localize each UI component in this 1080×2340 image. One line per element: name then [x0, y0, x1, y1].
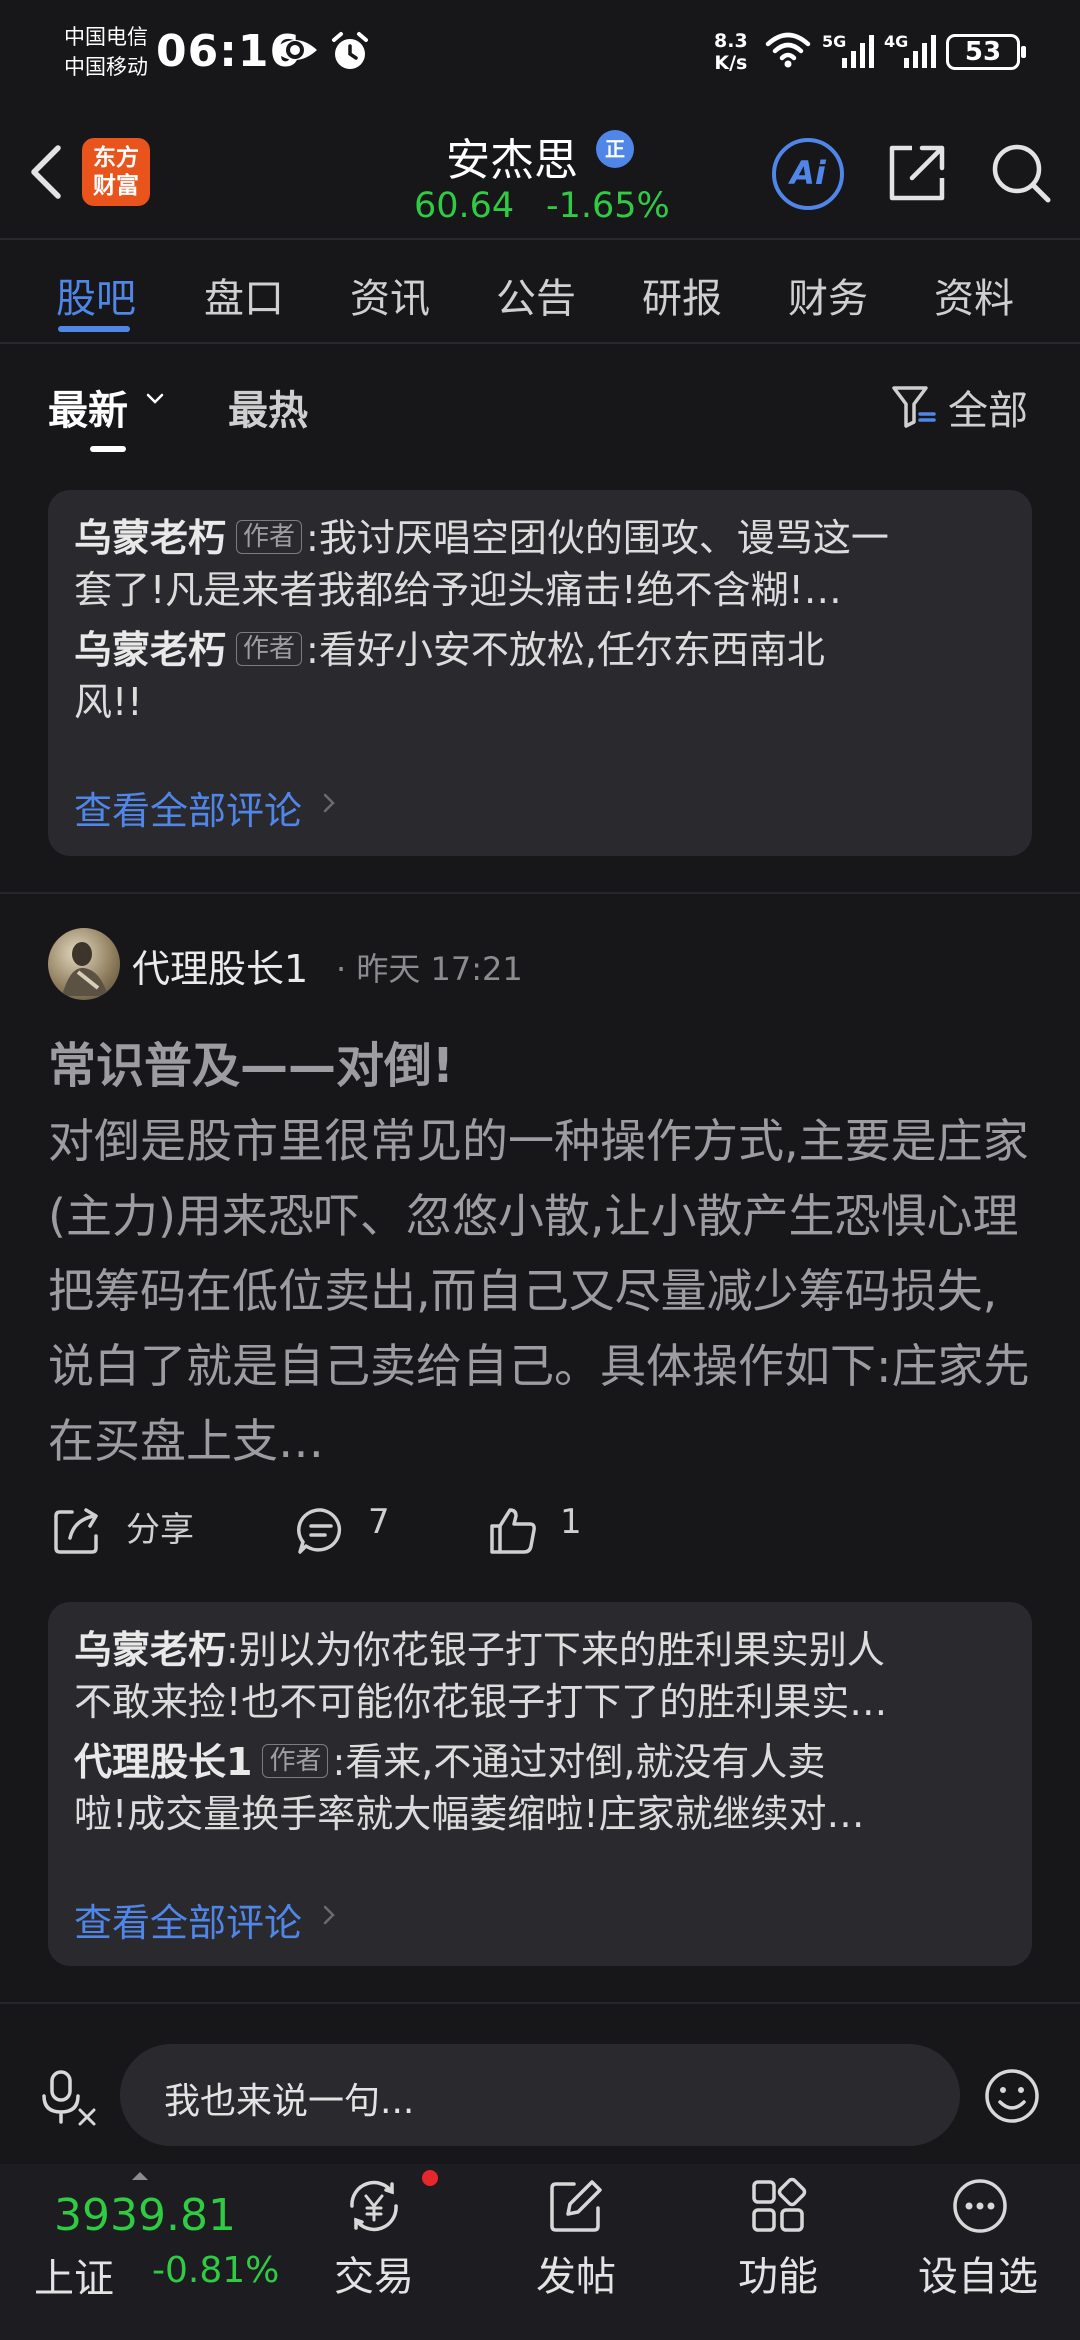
- trade-icon[interactable]: [342, 2176, 406, 2236]
- comment-preview-box[interactable]: 乌蒙老朽 作者:我讨厌唱空团伙的围攻、谩骂这一 套了!凡是来者我都给予迎头痛击!绝…: [48, 490, 1032, 856]
- nav-functions[interactable]: 功能: [738, 2244, 818, 2302]
- back-arrow-icon[interactable]: [22, 140, 72, 204]
- status-bar: 中国电信 中国移动 06:16 8.3 K/s 5G 4G 53: [0, 0, 1080, 100]
- filter-all-button[interactable]: 全部: [948, 378, 1028, 436]
- functions-icon[interactable]: [748, 2176, 808, 2236]
- stock-price: 60.64: [414, 186, 515, 226]
- chevron-right-icon: [323, 793, 335, 813]
- tab-research[interactable]: 研报: [642, 266, 722, 324]
- comment-count[interactable]: 7: [368, 1502, 390, 1542]
- nav-trade[interactable]: 交易: [334, 2244, 414, 2302]
- ai-button[interactable]: Ai: [772, 138, 844, 210]
- avatar-figure: [62, 942, 108, 996]
- voice-input-icon[interactable]: [38, 2066, 100, 2128]
- stock-badge: 正: [596, 130, 634, 168]
- signal-1-icon: [842, 35, 874, 68]
- post-separator: [0, 892, 1080, 894]
- caret-up-icon: [132, 2172, 148, 2180]
- header-divider: [0, 238, 1080, 240]
- comment-item[interactable]: 乌蒙老朽 作者:我讨厌唱空团伙的围攻、谩骂这一: [74, 512, 1014, 564]
- carrier-2: 中国移动: [64, 55, 148, 79]
- comment-text-line-1: :别以为你花银子打下来的胜利果实别人: [226, 1628, 885, 1672]
- view-all-comments-link[interactable]: 查看全部评论: [74, 1892, 302, 1947]
- chevron-down-icon[interactable]: [144, 388, 166, 410]
- comment-text-line-2: 啦!成交量换手率就大幅萎缩啦!庄家就继续对…: [74, 1792, 865, 1836]
- net-speed-unit: K/s: [714, 52, 748, 74]
- battery-indicator: 53: [946, 34, 1026, 70]
- tab-guba[interactable]: 股吧: [56, 266, 136, 324]
- like-icon[interactable]: [486, 1504, 540, 1558]
- carrier-names: 中国电信 中国移动: [64, 22, 148, 82]
- share-icon[interactable]: [884, 140, 950, 206]
- comment-author[interactable]: 乌蒙老朽: [74, 1628, 226, 1672]
- tab-news[interactable]: 资讯: [350, 266, 430, 324]
- index-change[interactable]: -0.81%: [152, 2250, 279, 2291]
- comment-text-line-1: :看来,不通过对倒,就没有人卖: [332, 1740, 826, 1784]
- view-all-comments-link[interactable]: 查看全部评论: [74, 780, 302, 835]
- comment-author[interactable]: 乌蒙老朽: [74, 628, 226, 672]
- eye-icon: [273, 40, 317, 60]
- alarm-icon: [332, 32, 368, 69]
- signal-2-icon: [904, 35, 936, 68]
- share-icon[interactable]: [50, 1504, 104, 1558]
- more-icon[interactable]: [950, 2176, 1010, 2236]
- share-button[interactable]: 分享: [126, 1502, 194, 1551]
- post-title[interactable]: 常识普及——对倒!: [48, 1026, 454, 1096]
- comment-text-line-2: 套了!凡是来者我都给予迎头痛击!绝不含糊!…: [74, 568, 842, 612]
- app-logo[interactable]: 东方 财富: [82, 138, 150, 206]
- tab-announcements[interactable]: 公告: [496, 266, 576, 324]
- tab-finance[interactable]: 财务: [788, 266, 868, 324]
- like-count[interactable]: 1: [560, 1502, 582, 1542]
- compose-post-icon[interactable]: [546, 2176, 606, 2236]
- tab-bar: 股吧 盘口 资讯 公告 研报 财务 资料: [0, 242, 1080, 342]
- nav-post[interactable]: 发帖: [536, 2244, 616, 2302]
- comment-author[interactable]: 代理股长1: [74, 1740, 252, 1784]
- comment-icon[interactable]: [294, 1504, 348, 1558]
- sort-active-indicator: [90, 446, 126, 452]
- chevron-right-icon: [323, 1905, 335, 1925]
- post-author[interactable]: 代理股长1: [132, 938, 308, 993]
- comment-item[interactable]: 乌蒙老朽:别以为你花银子打下来的胜利果实别人: [74, 1624, 1014, 1676]
- logo-line-2: 财富: [93, 173, 139, 199]
- nav-add-watchlist[interactable]: 设自选: [918, 2244, 1038, 2302]
- author-tag: 作者: [236, 520, 303, 554]
- input-separator: [0, 2002, 1080, 2004]
- tabs-divider: [0, 342, 1080, 344]
- comment-author[interactable]: 乌蒙老朽: [74, 516, 226, 560]
- stock-change-pct: -1.65%: [546, 186, 670, 226]
- net-speed: 8.3 K/s: [714, 30, 748, 74]
- post-time: · 昨天 17:21: [336, 950, 523, 988]
- wifi-icon: [765, 32, 811, 68]
- notification-dot: [422, 2170, 438, 2186]
- comment-item[interactable]: 乌蒙老朽 作者:看好小安不放松,任尔东西南北: [74, 624, 1014, 676]
- post-body[interactable]: 对倒是股市里很常见的一种操作方式,主要是庄家(主力)用来恐吓、忽悠小散,让小散产…: [48, 1104, 1032, 1479]
- comment-text-line-2: 不敢来捡!也不可能你花银子打下了的胜利果实…: [74, 1680, 888, 1724]
- search-icon[interactable]: [988, 140, 1054, 206]
- comment-text-line-1: :看好小安不放松,任尔东西南北: [306, 628, 825, 672]
- carrier-1: 中国电信: [64, 25, 148, 49]
- comment-text-line-2: 风!!: [74, 680, 143, 724]
- active-tab-indicator: [58, 326, 130, 332]
- filter-icon[interactable]: [890, 382, 938, 430]
- net-speed-value: 8.3: [714, 30, 748, 52]
- sort-latest-button[interactable]: 最新: [48, 378, 128, 436]
- emoji-icon[interactable]: [982, 2066, 1042, 2126]
- index-name[interactable]: 上证: [34, 2246, 114, 2304]
- index-value[interactable]: 3939.81: [54, 2190, 236, 2241]
- comment-input-placeholder[interactable]: 我也来说一句...: [164, 2072, 414, 2124]
- logo-line-1: 东方: [93, 145, 139, 171]
- stock-name[interactable]: 安杰思: [446, 124, 578, 188]
- comment-preview-box[interactable]: 乌蒙老朽:别以为你花银子打下来的胜利果实别人 不敢来捡!也不可能你花银子打下了的…: [48, 1602, 1032, 1966]
- comment-item[interactable]: 代理股长1 作者:看来,不通过对倒,就没有人卖: [74, 1736, 1014, 1788]
- comment-text-line-1: :我讨厌唱空团伙的围攻、谩骂这一: [306, 516, 889, 560]
- sort-hot-button[interactable]: 最热: [228, 378, 308, 436]
- author-tag: 作者: [236, 632, 303, 666]
- tab-pankou[interactable]: 盘口: [204, 266, 284, 324]
- author-tag: 作者: [262, 1744, 329, 1778]
- stock-header: 东方 财富 安杰思 正 60.64 -1.65% Ai: [0, 110, 1080, 240]
- avatar[interactable]: [48, 928, 120, 1000]
- tab-profile[interactable]: 资料: [934, 266, 1014, 324]
